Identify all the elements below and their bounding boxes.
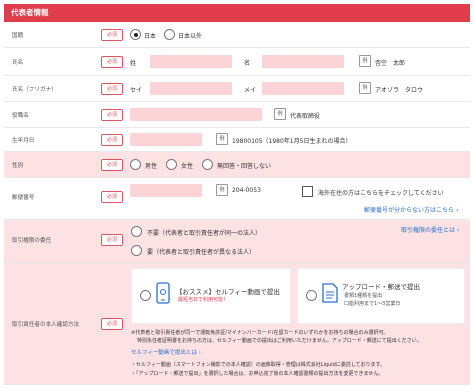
upload-option-sub2: 口座利用まで1～3営業日 [344, 301, 401, 307]
identity-note-1: ※代表者と取引責任者が同一で運転免許証/マイナンバーカード/在留カードのいずれか… [131, 330, 389, 336]
identity-note-2: 特別永住者証明書をお持ちの方は、セルフィー動画での提出はご利用いただけません。ア… [137, 338, 422, 344]
chevron-right-icon: › [456, 227, 460, 234]
country-label: 国籍 [12, 33, 24, 39]
authority-link[interactable]: 取引権限の委任とは › [401, 225, 459, 234]
birthdate-example: 19800105（1980年1月5日生まれの場合） [232, 138, 352, 145]
country-row: 国籍 必須 日本 日本以外 [4, 22, 470, 48]
position-label: 役職名 [12, 113, 29, 119]
selfie-radio[interactable] [140, 290, 151, 301]
birthdate-row: 生年月日 必須 例 19800105（1980年1月5日生まれの場合） [4, 128, 470, 152]
first-name-input[interactable] [262, 55, 344, 68]
selfie-option-card[interactable]: 【おススメ】セルフィー動画で提出 最短当日で利用可能！ [131, 268, 291, 324]
kana-last-input[interactable] [150, 82, 232, 95]
required-badge: 必須 [101, 234, 123, 246]
kana-last-label: セイ [130, 87, 143, 94]
authority-link-text: 取引権限の委任とは [401, 227, 456, 234]
upload-radio[interactable] [306, 290, 317, 301]
authority-option-label: 不要（代表者と取引責任者が同一の法人） [147, 230, 262, 237]
gender-option-label: 男性 [145, 163, 158, 170]
country-option-label: 日本 [144, 33, 157, 40]
identity-label: 取引責任者の本人確認方法 [12, 322, 80, 328]
chevron-right-icon: › [455, 207, 459, 214]
required-badge: 必須 [101, 29, 123, 41]
identity-row: 取引責任者の本人確認方法 必須 【おススメ】セルフィー動画で提出 最短当日で利用… [4, 264, 470, 385]
authority-radio-required[interactable] [131, 245, 142, 256]
authority-row: 取引権限の委任 必須 取引権限の委任とは › 不要（代表者と取引責任者が同一の法… [4, 220, 470, 264]
required-badge: 必須 [101, 56, 123, 68]
country-option-label: 日本以外 [178, 33, 203, 40]
selfie-info-link[interactable]: セルフィー動画で提出とは › [131, 348, 201, 356]
required-badge: 必須 [101, 83, 123, 95]
name-row: 氏名 必須 姓 名 例 杏空 太郎 [4, 48, 470, 76]
document-icon [322, 283, 338, 305]
kana-first-input[interactable] [262, 82, 344, 95]
chevron-right-icon: › [198, 350, 201, 356]
authority-label: 取引権限の委任 [12, 238, 52, 244]
section-header: 代表者情報 [4, 4, 470, 22]
last-name-input[interactable] [150, 55, 232, 68]
kana-example: アオゾラ タロウ [375, 87, 424, 94]
upload-option-card[interactable]: アップロード・郵送で提出 書類1種類を提出 口座利用まで1～3営業日 [297, 268, 465, 324]
postal-unknown-link[interactable]: 郵便番号が分からない方はこちら › [364, 205, 458, 214]
kana-row: 氏名（フリガナ） 必須 セイ メイ 例 アオゾラ タロウ [4, 76, 470, 102]
example-badge: 例 [216, 133, 228, 145]
selfie-info-link-text: セルフィー動画で提出とは [131, 350, 197, 356]
identity-bullet-1: ・セルフィー動画（スマートフォン撮影での本人確認）の画像取得・管理は株式会社Li… [131, 362, 386, 368]
gender-row: 性別 必須 男性 女性 無回答・回答しない [4, 152, 470, 178]
kana-label: 氏名（フリガナ） [12, 87, 57, 93]
birthdate-label: 生年月日 [12, 138, 35, 144]
smartphone-icon [156, 282, 170, 306]
gender-radio-female[interactable] [166, 159, 177, 170]
gender-label: 性別 [12, 163, 24, 169]
postal-label: 郵便番号 [12, 195, 35, 201]
first-name-label: 名 [244, 60, 251, 67]
required-badge: 必須 [101, 191, 123, 203]
postal-input[interactable] [130, 184, 202, 197]
selfie-option-sub: 最短当日で利用可能！ [178, 297, 229, 303]
postal-row: 郵便番号 必須 例 204-0053 海外在住の方はこちらをチェックしてください… [4, 178, 470, 220]
birthdate-input[interactable] [130, 133, 202, 146]
example-badge: 例 [274, 108, 286, 120]
example-badge: 例 [359, 55, 371, 67]
identity-bullet-2: ・「アップロード・郵送で提出」を選択した場合は、お申込完了後の本人確認書類の提出… [131, 371, 384, 377]
gender-radio-no-answer[interactable] [202, 159, 213, 170]
country-radio-japan[interactable] [130, 29, 141, 40]
name-example: 杏空 太郎 [375, 60, 406, 67]
country-radio-other[interactable] [164, 29, 175, 40]
overseas-check-label: 海外在住の方はこちらをチェックしてください [318, 190, 444, 197]
required-badge: 必須 [101, 159, 123, 171]
position-example: 代表取締役 [290, 113, 321, 120]
authority-option-label: 要（代表者と取引責任者が異なる法人） [147, 249, 256, 256]
position-row: 役職名 必須 例 代表取締役 [4, 102, 470, 128]
example-badge: 例 [216, 184, 228, 196]
overseas-checkbox[interactable] [302, 186, 313, 197]
upload-option-sub1: 書類1種類を提出 [344, 293, 383, 299]
name-label: 氏名 [12, 60, 24, 66]
required-badge: 必須 [101, 109, 123, 121]
position-input[interactable] [130, 108, 262, 121]
gender-option-label: 女性 [181, 163, 194, 170]
kana-first-label: メイ [244, 87, 257, 94]
example-badge: 例 [359, 82, 371, 94]
postal-unknown-link-text: 郵便番号が分からない方はこちら [364, 207, 455, 214]
section-title: 代表者情報 [11, 8, 49, 17]
last-name-label: 姓 [130, 60, 137, 67]
postal-example: 204-0053 [232, 187, 261, 194]
authority-radio-not-required[interactable] [131, 226, 142, 237]
gender-option-label: 無回答・回答しない [217, 163, 272, 170]
required-badge: 必須 [101, 318, 123, 330]
required-badge: 必須 [101, 134, 123, 146]
gender-radio-male[interactable] [130, 159, 141, 170]
selfie-option-title: 【おススメ】セルフィー動画で提出 [176, 288, 280, 296]
upload-option-title: アップロード・郵送で提出 [342, 283, 420, 291]
